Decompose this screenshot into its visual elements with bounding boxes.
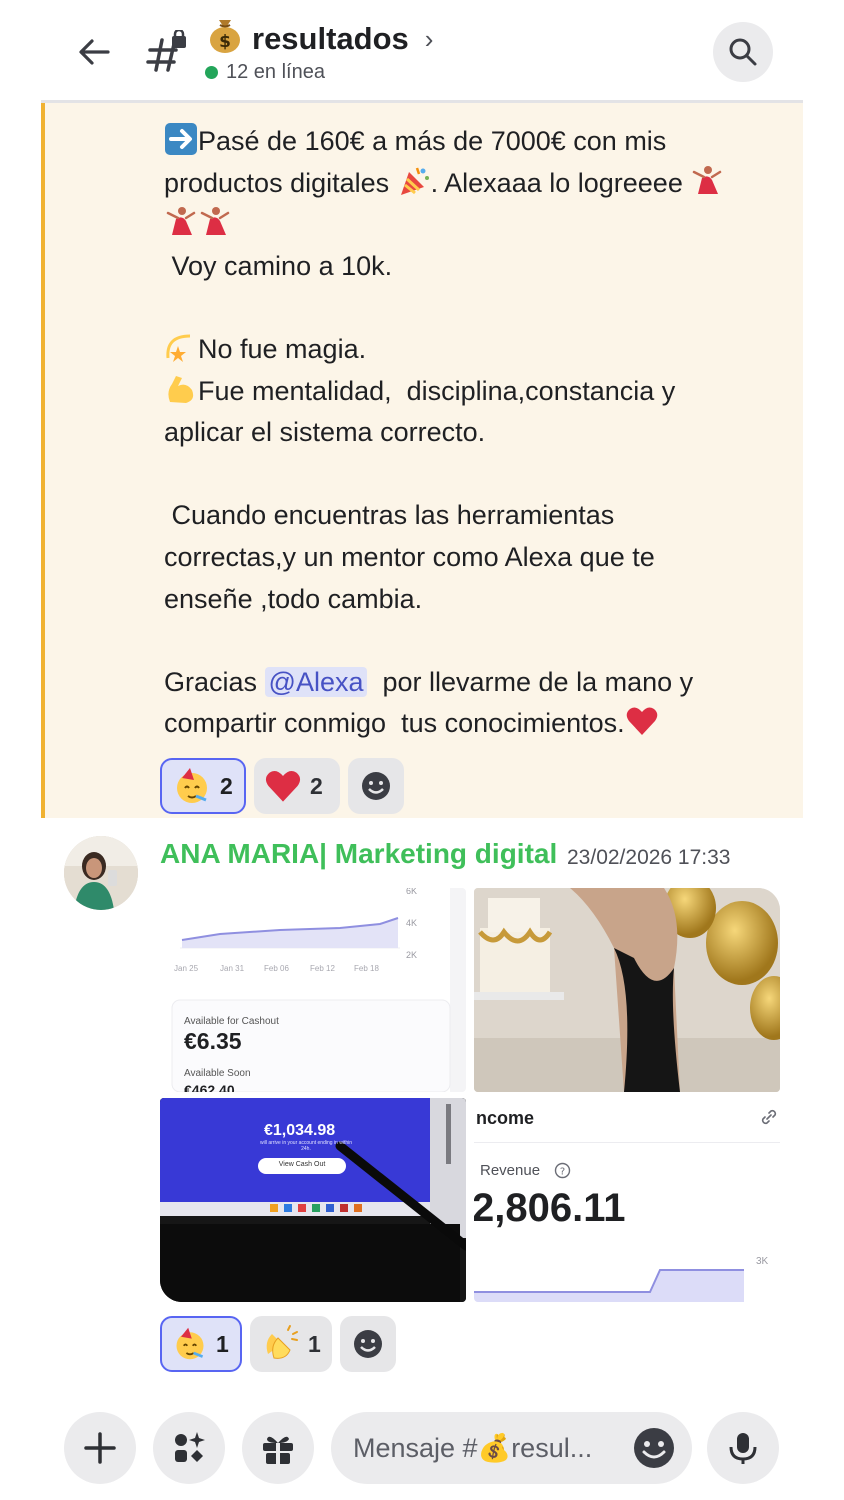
channel-title[interactable]: $ resultados › — [206, 16, 433, 62]
add-reaction-button[interactable] — [348, 758, 404, 814]
divider — [474, 1142, 780, 1143]
revenue-value: 2,806.11 — [474, 1186, 626, 1230]
partying-face-icon — [176, 1327, 204, 1360]
image-attachment-3[interactable]: €1,034.98 will arrive in your account en… — [160, 1098, 466, 1302]
online-status: 12 en línea — [205, 61, 325, 84]
reaction-count: 2 — [310, 772, 323, 799]
link-icon — [761, 1109, 777, 1125]
add-reaction-button[interactable] — [340, 1316, 396, 1372]
microphone-icon — [729, 1433, 757, 1464]
author-name[interactable]: ANA MARIA| Marketing digital — [160, 838, 557, 870]
message-line: Voy camino a 10k. — [164, 250, 393, 281]
money-bag-icon: $ — [206, 16, 244, 62]
message-input[interactable]: Mensaje #💰resul... — [331, 1412, 692, 1484]
voice-message-button[interactable] — [707, 1412, 779, 1484]
axis-label: 6K — [406, 888, 418, 896]
gift-button[interactable] — [242, 1412, 314, 1484]
emoji-picker-icon[interactable] — [632, 1426, 676, 1470]
message-line: . Alexaaa lo logreeee — [430, 167, 691, 198]
reaction-clapping-hands[interactable]: 1 — [250, 1316, 332, 1372]
smiley-add-icon — [354, 1330, 382, 1358]
plus-icon — [84, 1432, 116, 1464]
axis-label: 2K — [406, 950, 418, 960]
channel-header: $ resultados › 12 en línea — [0, 0, 844, 102]
soon-value: €462.40 — [184, 1082, 235, 1092]
image-attachment-2[interactable] — [474, 888, 780, 1092]
red-heart-icon — [265, 770, 301, 802]
reaction-count: 1 — [308, 1330, 321, 1357]
image-attachment-4[interactable]: ncome Revenue ? 2,806.11 3K — [474, 1098, 780, 1302]
image-attachment-1[interactable]: 6K 4K 2K Jan 25 Jan 31 Feb 06 Feb 12 Feb… — [160, 888, 466, 1092]
help-icon: ? — [554, 1162, 571, 1179]
flexed-biceps-icon — [164, 375, 198, 406]
date-label: Feb 12 — [310, 964, 335, 973]
search-icon — [729, 38, 757, 66]
avatar[interactable] — [64, 836, 138, 910]
message-line: Cuando encuentras las herramientas — [164, 500, 615, 531]
soon-label: Available Soon — [184, 1068, 251, 1079]
svg-text:$: $ — [219, 32, 231, 52]
channel-name: resultados — [252, 21, 409, 56]
payout-note: will arrive in your account ending in wi… — [260, 1140, 352, 1152]
smiley-add-icon — [362, 772, 390, 800]
message-line: compartir conmigo tus conocimientos. — [164, 708, 625, 739]
dizzy-star-icon — [164, 334, 198, 364]
message-body: Pasé de 160€ a más de 7000€ con mis prod… — [164, 121, 784, 745]
income-title: ncome — [476, 1108, 535, 1128]
clapping-hands-icon — [266, 1325, 298, 1359]
red-heart-icon — [625, 707, 659, 738]
reaction-partying-face[interactable]: 1 — [160, 1316, 242, 1372]
message-line: correctas,y un mentor como Alexa que te — [164, 541, 655, 572]
cashout-label: Available for Cashout — [184, 1016, 279, 1027]
reaction-red-heart[interactable]: 2 — [254, 758, 340, 814]
date-label: Jan 31 — [220, 964, 245, 973]
dancer-icon — [198, 207, 232, 239]
apps-button[interactable] — [153, 1412, 225, 1484]
search-button[interactable] — [713, 22, 773, 82]
apps-icon — [175, 1432, 205, 1462]
arrow-right-emoji-icon — [164, 123, 198, 156]
message-line: Gracias — [164, 666, 265, 697]
arrow-left-icon — [79, 39, 110, 65]
date-label: Feb 18 — [354, 964, 379, 973]
payout-amount: €1,034.98 — [264, 1122, 336, 1139]
reaction-bar: 1 1 — [160, 1316, 396, 1372]
online-count: 12 en línea — [226, 61, 325, 83]
message-line: Pasé de 160€ a más de 7000€ con mis — [198, 126, 667, 156]
back-button[interactable] — [70, 28, 118, 76]
cashout-value: €6.35 — [184, 1028, 242, 1054]
message-composer: Mensaje #💰resul... — [0, 1400, 844, 1500]
revenue-chart — [474, 1269, 744, 1302]
message-line: aplicar el sistema correcto. — [164, 417, 486, 448]
chevron-right-icon: › — [424, 23, 434, 54]
date-label: Feb 06 — [264, 964, 289, 973]
dancer-icon — [690, 165, 724, 198]
message-timestamp: 23/02/2026 17:33 — [567, 846, 731, 869]
message-line: enseñe ,todo cambia. — [164, 583, 423, 614]
partying-face-icon — [177, 768, 207, 803]
message-line: Fue mentalidad, disciplina,constancia y — [198, 375, 676, 406]
svg-text:?: ? — [560, 1167, 565, 1178]
message-placeholder: Mensaje #💰resul... — [353, 1433, 593, 1463]
date-label: Jan 25 — [174, 964, 199, 973]
revenue-label: Revenue — [480, 1162, 541, 1179]
message-line: por llevarme de la mano y — [367, 666, 694, 697]
party-popper-icon — [397, 167, 431, 198]
reaction-count: 1 — [216, 1330, 229, 1357]
mention-message: Pasé de 160€ a más de 7000€ con mis prod… — [41, 103, 803, 818]
add-attachment-button[interactable] — [64, 1412, 136, 1484]
online-dot-icon — [205, 66, 218, 79]
message-line: No fue magia. — [198, 333, 367, 364]
gift-icon — [263, 1436, 293, 1464]
axis-label: 4K — [406, 918, 418, 928]
user-mention[interactable]: @Alexa — [264, 666, 368, 697]
reaction-count: 2 — [220, 772, 233, 799]
reaction-bar: 2 2 — [160, 758, 404, 814]
view-cash-out-button: View Cash Out — [278, 1161, 326, 1168]
hash-lock-icon — [146, 28, 190, 74]
dancer-icon — [164, 207, 198, 239]
reaction-partying-face[interactable]: 2 — [160, 758, 246, 814]
message-line: productos digitales — [164, 167, 397, 198]
